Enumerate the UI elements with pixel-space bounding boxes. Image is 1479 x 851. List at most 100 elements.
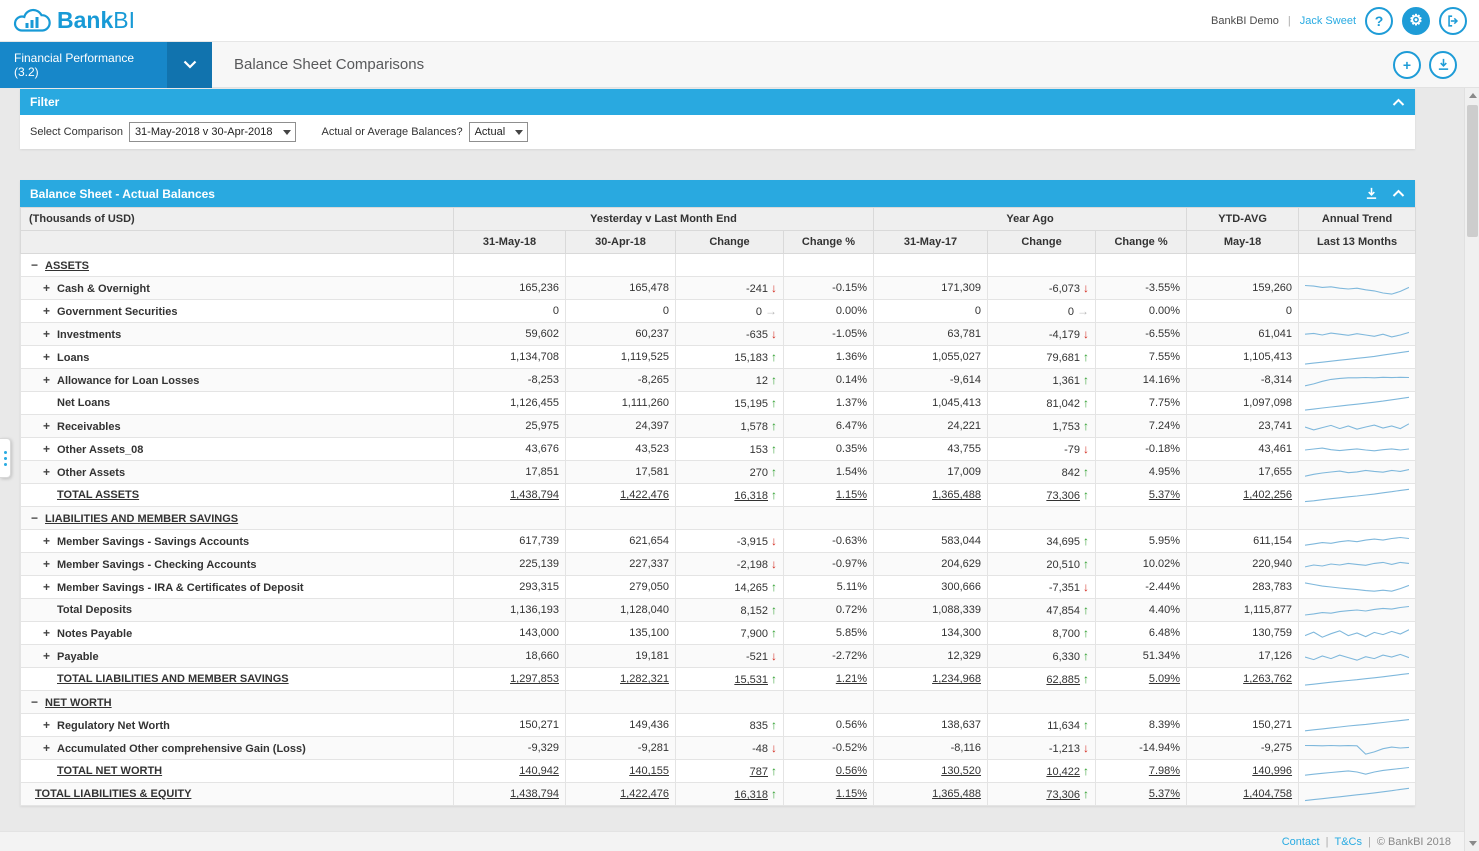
- cell-value[interactable]: 1,297,853: [510, 673, 559, 685]
- row-label[interactable]: ASSETS: [45, 260, 89, 272]
- up-arrow-icon: ↑: [1083, 787, 1089, 801]
- cell-value[interactable]: 1,234,968: [932, 673, 981, 685]
- expand-plus-icon[interactable]: +: [43, 534, 57, 548]
- cell-value[interactable]: 5.37%: [1149, 788, 1180, 800]
- vertical-scrollbar[interactable]: [1464, 88, 1479, 851]
- settings-button[interactable]: ⚙: [1402, 7, 1430, 35]
- filter-collapse-button[interactable]: [1392, 98, 1405, 107]
- cell-value[interactable]: 1,422,476: [620, 788, 669, 800]
- expand-plus-icon[interactable]: +: [43, 718, 57, 732]
- cell-value[interactable]: 73,306: [1046, 490, 1080, 502]
- cell-value[interactable]: 1,402,256: [1243, 489, 1292, 501]
- row-label[interactable]: TOTAL LIABILITIES & EQUITY: [35, 788, 191, 800]
- cell-value: -635: [746, 329, 768, 341]
- terms-link[interactable]: T&Cs: [1334, 836, 1362, 848]
- value-cell: 14.16%: [1096, 369, 1187, 392]
- row-label[interactable]: TOTAL ASSETS: [57, 489, 139, 501]
- comparison-select[interactable]: 31-May-2018 v 30-Apr-2018: [129, 122, 296, 142]
- cell-value[interactable]: 1,438,794: [510, 489, 559, 501]
- cell-value[interactable]: 1,365,488: [932, 489, 981, 501]
- cell-value[interactable]: 140,155: [629, 765, 669, 777]
- balance-sheet-panel: Balance Sheet - Actual Balances: [20, 180, 1415, 806]
- row-label[interactable]: LIABILITIES AND MEMBER SAVINGS: [45, 513, 238, 525]
- comparison-label: Select Comparison: [30, 126, 123, 138]
- logout-button[interactable]: [1439, 7, 1467, 35]
- scroll-up-arrow-icon[interactable]: [1465, 88, 1479, 103]
- export-button[interactable]: [1429, 51, 1457, 79]
- add-button[interactable]: +: [1393, 51, 1421, 79]
- cell-value[interactable]: 1.15%: [836, 489, 867, 501]
- cell-value[interactable]: 10,422: [1046, 766, 1080, 778]
- cell-value: -9,329: [528, 742, 559, 754]
- value-cell: 16,318↑: [676, 783, 784, 806]
- cell-value[interactable]: 1,422,476: [620, 489, 669, 501]
- cell-value[interactable]: 140,996: [1252, 765, 1292, 777]
- expand-plus-icon[interactable]: +: [43, 649, 57, 663]
- cell-value[interactable]: 16,318: [734, 490, 768, 502]
- expand-plus-icon[interactable]: +: [43, 580, 57, 594]
- cell-value[interactable]: 1,282,321: [620, 673, 669, 685]
- expand-plus-icon[interactable]: +: [43, 557, 57, 571]
- cell-value[interactable]: 140,942: [519, 765, 559, 777]
- expand-plus-icon[interactable]: +: [43, 373, 57, 387]
- cell-value[interactable]: 1.15%: [836, 788, 867, 800]
- cell-value[interactable]: 130,520: [941, 765, 981, 777]
- collapse-minus-icon[interactable]: −: [31, 511, 45, 525]
- cell-value[interactable]: 15,531: [734, 674, 768, 686]
- cell-value[interactable]: 1,438,794: [510, 788, 559, 800]
- cell-value: 34,695: [1046, 536, 1080, 548]
- cell-value: 7,900: [740, 628, 768, 640]
- scroll-down-arrow-icon[interactable]: [1465, 836, 1479, 851]
- side-panel-handle[interactable]: [0, 438, 11, 478]
- cell-value: -7,351: [1049, 582, 1080, 594]
- value-cell: 17,581: [566, 461, 676, 484]
- chevron-down-icon[interactable]: [167, 42, 212, 88]
- up-arrow-icon: ↑: [1083, 373, 1089, 387]
- cell-value[interactable]: 73,306: [1046, 789, 1080, 801]
- cell-value: 0.14%: [836, 374, 867, 386]
- up-arrow-icon: ↑: [771, 373, 777, 387]
- value-cell: 1.21%: [784, 668, 874, 691]
- row-label[interactable]: NET WORTH: [45, 697, 112, 709]
- contact-link[interactable]: Contact: [1282, 836, 1320, 848]
- cell-value: -14.94%: [1139, 742, 1180, 754]
- expand-plus-icon[interactable]: +: [43, 419, 57, 433]
- expand-plus-icon[interactable]: +: [43, 442, 57, 456]
- value-cell: -8,253: [454, 369, 566, 392]
- row-label[interactable]: TOTAL NET WORTH: [57, 765, 162, 777]
- cell-value[interactable]: 1.21%: [836, 673, 867, 685]
- collapse-minus-icon[interactable]: −: [31, 695, 45, 709]
- expand-plus-icon[interactable]: +: [43, 465, 57, 479]
- cell-value[interactable]: 787: [750, 766, 768, 778]
- cell-value[interactable]: 0.56%: [836, 765, 867, 777]
- scrollbar-thumb[interactable]: [1467, 105, 1478, 237]
- expand-plus-icon[interactable]: +: [43, 304, 57, 318]
- cell-value: 15,183: [734, 352, 768, 364]
- cell-value[interactable]: 1,365,488: [932, 788, 981, 800]
- collapse-minus-icon[interactable]: −: [31, 258, 45, 272]
- value-cell: 17,851: [454, 461, 566, 484]
- cell-value[interactable]: 1,404,758: [1243, 788, 1292, 800]
- expand-plus-icon[interactable]: +: [43, 281, 57, 295]
- trend-cell: [1299, 438, 1416, 461]
- balances-select[interactable]: Actual: [469, 122, 529, 142]
- expand-plus-icon[interactable]: +: [43, 741, 57, 755]
- cell-value[interactable]: 5.09%: [1149, 673, 1180, 685]
- expand-plus-icon[interactable]: +: [43, 350, 57, 364]
- up-arrow-icon: ↑: [771, 672, 777, 686]
- row-label[interactable]: TOTAL LIABILITIES AND MEMBER SAVINGS: [57, 673, 289, 685]
- panel-collapse-button[interactable]: [1392, 189, 1405, 198]
- panel-export-button[interactable]: [1365, 187, 1378, 200]
- user-link[interactable]: Jack Sweet: [1300, 15, 1356, 27]
- cell-value[interactable]: 62,885: [1046, 674, 1080, 686]
- value-cell: [676, 691, 784, 714]
- cell-value[interactable]: 1,263,762: [1243, 673, 1292, 685]
- report-selector-dropdown[interactable]: Financial Performance (3.2): [0, 42, 212, 88]
- cell-value[interactable]: 7.98%: [1149, 765, 1180, 777]
- cell-value[interactable]: 16,318: [734, 789, 768, 801]
- expand-plus-icon[interactable]: +: [43, 626, 57, 640]
- expand-plus-icon[interactable]: +: [43, 327, 57, 341]
- row-label-cell: TOTAL ASSETS: [21, 484, 454, 507]
- help-button[interactable]: ?: [1365, 7, 1393, 35]
- cell-value[interactable]: 5.37%: [1149, 489, 1180, 501]
